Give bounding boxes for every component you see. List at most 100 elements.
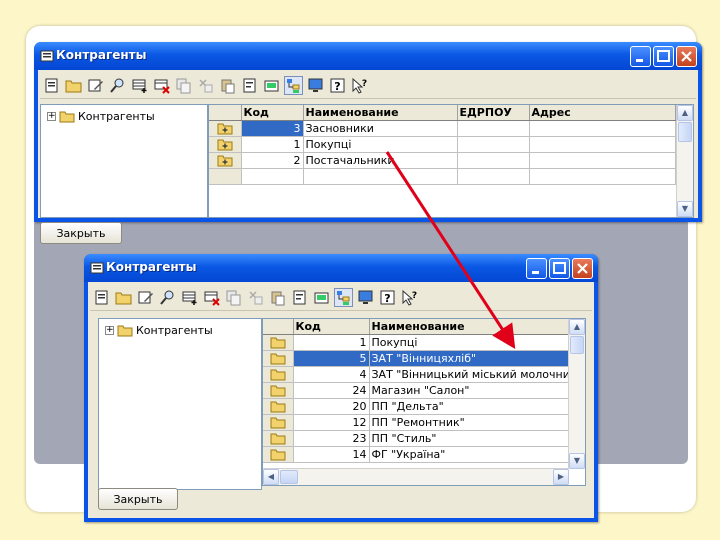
cell-code[interactable]: 4 — [293, 366, 370, 383]
scroll-up-button[interactable]: ▲ — [677, 105, 693, 121]
table-row[interactable]: 24 Магазин "Салон" — [263, 382, 573, 399]
scroll-thumb[interactable] — [570, 336, 584, 354]
toolbar-button-help[interactable]: ? — [378, 288, 397, 307]
maximize-button[interactable] — [549, 258, 570, 279]
toolbar-button-copy[interactable] — [224, 288, 243, 307]
toolbar-button-delete-row[interactable] — [152, 76, 171, 95]
cell-name[interactable]: ПП "Дельта" — [369, 398, 573, 415]
tree-expand-icon[interactable]: + — [105, 326, 114, 335]
table-row[interactable]: 23 ПП "Стиль" — [263, 430, 573, 447]
table-row[interactable]: 1 Покупці — [209, 136, 676, 153]
column-header-name[interactable]: Наименование — [369, 319, 573, 335]
cell-name[interactable]: ЗАТ "Вінницький міський молочни — [369, 366, 573, 383]
toolbar-button-new[interactable] — [92, 288, 111, 307]
minimize-button[interactable] — [526, 258, 547, 279]
toolbar-button-delete-row[interactable] — [202, 288, 221, 307]
toolbar-button-paste[interactable] — [268, 288, 287, 307]
table-row[interactable]: 2 Постачальники — [209, 152, 676, 169]
tree-expand-icon[interactable]: + — [47, 112, 56, 121]
close-window-button[interactable] — [572, 258, 593, 279]
table-row[interactable]: 1 Покупці — [263, 334, 573, 351]
cell-code[interactable]: 12 — [293, 414, 370, 431]
table-row[interactable]: 14 ФГ "Україна" — [263, 446, 573, 463]
scroll-up-button[interactable]: ▲ — [569, 319, 585, 335]
cell-name[interactable]: ФГ "Україна" — [369, 446, 573, 463]
toolbar-button-folder[interactable] — [114, 288, 133, 307]
tree-item-root[interactable]: + Контрагенты — [47, 110, 155, 123]
folder-tree[interactable]: + Контрагенты — [40, 104, 208, 218]
maximize-button[interactable] — [653, 46, 674, 67]
toolbar-button-context-help[interactable]: ? — [350, 76, 369, 95]
table-row[interactable]: 12 ПП "Ремонтник" — [263, 414, 573, 431]
cell-code[interactable]: 1 — [293, 334, 370, 351]
table-row[interactable]: 5 ЗАТ "Вінницяхліб" — [263, 350, 573, 367]
scroll-left-button[interactable]: ◀ — [263, 469, 279, 485]
toolbar-button-monitor[interactable] — [306, 76, 325, 95]
cell-edrpou[interactable] — [457, 120, 530, 137]
cell-name[interactable]: Постачальники — [303, 152, 458, 169]
cell-code[interactable]: 1 — [241, 136, 304, 153]
toolbar-button-properties[interactable] — [312, 288, 331, 307]
toolbar-button-edit[interactable] — [136, 288, 155, 307]
cell-code[interactable]: 23 — [293, 430, 370, 447]
toolbar-button-new[interactable] — [42, 76, 61, 95]
close-button[interactable]: Закрыть — [40, 222, 122, 244]
scroll-down-button[interactable]: ▼ — [569, 453, 585, 469]
toolbar-button-add-row[interactable] — [180, 288, 199, 307]
column-header-code[interactable]: Код — [293, 319, 370, 335]
toolbar-button-print[interactable] — [290, 288, 309, 307]
cell-code[interactable]: 5 — [293, 350, 370, 367]
toolbar-button-folder[interactable] — [64, 76, 83, 95]
toolbar-button-find[interactable] — [158, 288, 177, 307]
cell-name[interactable]: ПП "Стиль" — [369, 430, 573, 447]
toolbar-button-add-row[interactable] — [130, 76, 149, 95]
column-header-edrpou[interactable]: ЕДРПОУ — [457, 105, 530, 121]
cell-name[interactable]: ЗАТ "Вінницяхліб" — [369, 350, 573, 367]
cell-code[interactable]: 14 — [293, 446, 370, 463]
tree-item-root[interactable]: + Контрагенты — [105, 324, 213, 337]
table-row[interactable]: 3 Засновники — [209, 120, 676, 137]
toolbar-button-monitor[interactable] — [356, 288, 375, 307]
cell-name[interactable]: Засновники — [303, 120, 458, 137]
scroll-right-button[interactable]: ▶ — [553, 469, 569, 485]
close-button[interactable]: Закрыть — [98, 488, 178, 510]
toolbar-button-print[interactable] — [240, 76, 259, 95]
cell-name[interactable]: ПП "Ремонтник" — [369, 414, 573, 431]
scroll-thumb[interactable] — [678, 122, 692, 142]
toolbar-button-tree-view[interactable] — [284, 75, 303, 95]
toolbar-button-tree-view[interactable] — [334, 287, 353, 307]
toolbar-button-paste[interactable] — [218, 76, 237, 95]
cell-address[interactable] — [529, 136, 676, 153]
vertical-scrollbar[interactable]: ▲ ▼ — [676, 105, 693, 217]
toolbar-button-copy[interactable] — [174, 76, 193, 95]
column-header-code[interactable]: Код — [241, 105, 304, 121]
toolbar-button-edit[interactable] — [86, 76, 105, 95]
cell-code[interactable]: 3 — [241, 120, 304, 137]
cell-code[interactable]: 20 — [293, 398, 370, 415]
cell-name[interactable]: Покупці — [369, 334, 573, 351]
cell-edrpou[interactable] — [457, 152, 530, 169]
toolbar-button-help[interactable]: ? — [328, 76, 347, 95]
column-header-address[interactable]: Адрес — [529, 105, 676, 121]
horizontal-scrollbar[interactable]: ◀ ▶ — [263, 468, 569, 485]
cell-address[interactable] — [529, 152, 676, 169]
toolbar-button-move[interactable] — [196, 76, 215, 95]
toolbar-button-properties[interactable] — [262, 76, 281, 95]
scroll-down-button[interactable]: ▼ — [677, 201, 693, 217]
cell-name[interactable]: Покупці — [303, 136, 458, 153]
cell-edrpou[interactable] — [457, 136, 530, 153]
cell-code[interactable]: 24 — [293, 382, 370, 399]
minimize-button[interactable] — [630, 46, 651, 67]
scroll-thumb-horizontal[interactable] — [280, 470, 298, 484]
data-grid[interactable]: Код Наименование ЕДРПОУ Адрес 3 Засновник… — [208, 104, 694, 218]
column-header-name[interactable]: Наименование — [303, 105, 458, 121]
window-top-titlebar[interactable]: Контрагенты — [34, 42, 702, 70]
window-bottom-titlebar[interactable]: Контрагенты — [84, 254, 598, 282]
toolbar-button-context-help[interactable]: ? — [400, 288, 419, 307]
data-grid[interactable]: Код Наименование 1 Покупці 5 ЗАТ "Вінницяхл… — [262, 318, 586, 486]
cell-code[interactable]: 2 — [241, 152, 304, 169]
toolbar-button-move[interactable] — [246, 288, 265, 307]
cell-address[interactable] — [529, 120, 676, 137]
toolbar-button-find[interactable] — [108, 76, 127, 95]
cell-name[interactable]: Магазин "Салон" — [369, 382, 573, 399]
